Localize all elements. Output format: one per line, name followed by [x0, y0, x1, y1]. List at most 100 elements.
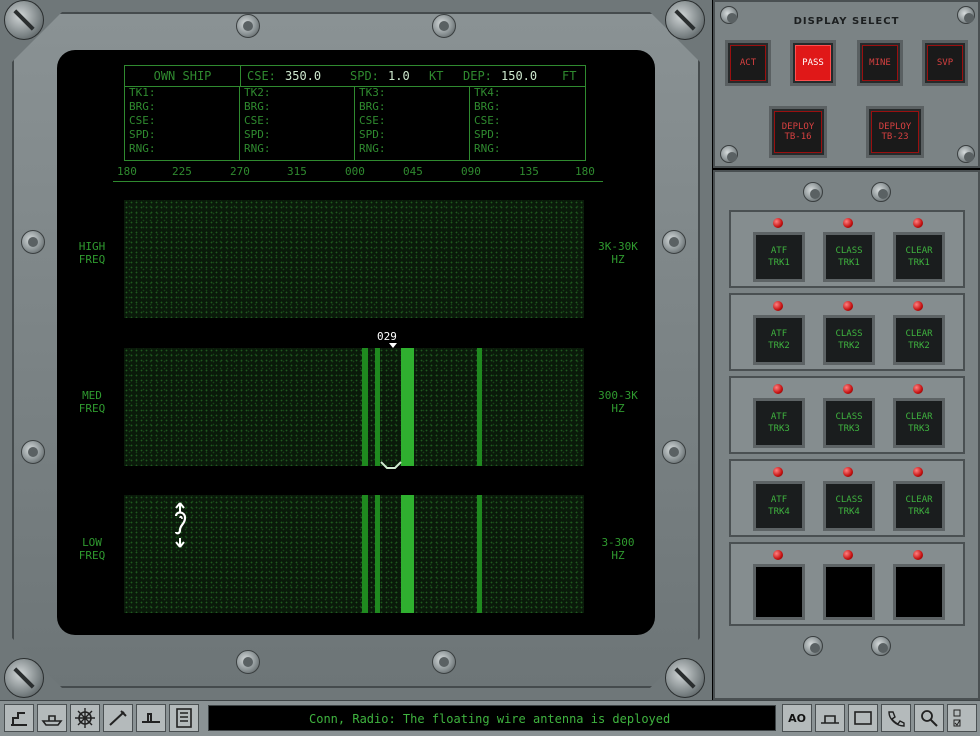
high-freq-range: 3K-30K HZ — [598, 240, 638, 266]
indicator-led-icon — [843, 301, 853, 311]
screw-icon — [432, 14, 456, 38]
class-trk1-button[interactable]: CLASS TRK1 — [823, 232, 875, 282]
bearing-tick: 180 — [575, 165, 595, 178]
display-mine-button[interactable]: MINE — [857, 40, 903, 86]
track-field: CSE: — [244, 114, 271, 127]
ao-button[interactable]: AO — [782, 704, 812, 732]
med-freq-waterfall[interactable] — [124, 348, 584, 466]
low-freq-waterfall[interactable] — [124, 495, 584, 613]
track-name: TK3: — [359, 86, 386, 99]
blank-button[interactable] — [753, 564, 805, 620]
deploy-tb16-button[interactable]: DEPLOY TB-16 — [769, 106, 827, 158]
display-pass-button[interactable]: PASS — [790, 40, 836, 86]
magnifier-icon[interactable] — [914, 704, 944, 732]
track-group-3: ATF TRK3 CLASS TRK3 CLEAR TRK3 — [729, 376, 965, 454]
cse-label: CSE: — [247, 69, 276, 83]
track-field: RNG: — [244, 142, 271, 155]
radio-message-bar: Conn, Radio: The floating wire antenna i… — [208, 705, 776, 731]
track-field: BRG: — [244, 100, 271, 113]
dep-label: DEP: — [463, 69, 492, 83]
indicator-led-icon — [913, 218, 923, 228]
display-act-button[interactable]: ACT — [725, 40, 771, 86]
indicator-led-icon — [843, 218, 853, 228]
track-block-3: TK3: BRG: CSE: SPD: RNG: — [355, 86, 470, 160]
console-icon[interactable] — [848, 704, 878, 732]
own-ship-info-grid: OWN SHIP CSE: 350.0 SPD: 1.0 KT DEP: 150… — [124, 65, 586, 161]
options-toggle-icon[interactable] — [947, 704, 977, 732]
contact-trace — [401, 495, 414, 613]
track-control-panel: ATF TRK1 CLASS TRK1 CLEAR TRK1 ATF TRK2 CLAS… — [713, 170, 980, 700]
screw-icon — [957, 6, 975, 24]
atf-trk1-button[interactable]: ATF TRK1 — [753, 232, 805, 282]
track-block-4: TK4: BRG: CSE: SPD: RNG: — [470, 86, 585, 160]
indicator-led-icon — [773, 218, 783, 228]
track-field: BRG: — [474, 100, 501, 113]
screw-icon — [236, 14, 260, 38]
high-freq-label: HIGH FREQ — [78, 240, 106, 266]
track-field: RNG: — [359, 142, 386, 155]
helm-wheel-icon[interactable] — [70, 704, 100, 732]
track-block-2: TK2: BRG: CSE: SPD: RNG: — [240, 86, 355, 160]
med-freq-label: MED FREQ — [78, 389, 106, 415]
bearing-tick: 135 — [519, 165, 539, 178]
indicator-led-icon — [913, 550, 923, 560]
indicator-led-icon — [773, 550, 783, 560]
class-trk3-button[interactable]: CLASS TRK3 — [823, 398, 875, 448]
display-svp-button[interactable]: SVP — [922, 40, 968, 86]
contact-trace — [375, 495, 380, 613]
ship-icon[interactable] — [37, 704, 67, 732]
class-trk4-button[interactable]: CLASS TRK4 — [823, 481, 875, 531]
bearing-tick: 000 — [345, 165, 365, 178]
bearing-tick: 045 — [403, 165, 423, 178]
spd-value: 1.0 — [388, 69, 410, 83]
weapon-icon[interactable] — [103, 704, 133, 732]
clear-trk1-button[interactable]: CLEAR TRK1 — [893, 232, 945, 282]
blank-button[interactable] — [823, 564, 875, 620]
panel-icon[interactable] — [169, 704, 199, 732]
track-group-2: ATF TRK2 CLASS TRK2 CLEAR TRK2 — [729, 293, 965, 371]
corner-screw-icon — [665, 658, 705, 698]
cse-value: 350.0 — [285, 69, 322, 83]
phone-icon[interactable] — [881, 704, 911, 732]
atf-trk2-button[interactable]: ATF TRK2 — [753, 315, 805, 365]
screw-icon — [236, 650, 260, 674]
blank-button[interactable] — [893, 564, 945, 620]
track-group-4: ATF TRK4 CLASS TRK4 CLEAR TRK4 — [729, 459, 965, 537]
ear-listen-cursor-icon[interactable] — [169, 502, 191, 548]
bearing-tick: 180 — [117, 165, 137, 178]
sub-icon[interactable] — [136, 704, 166, 732]
scope-icon[interactable] — [815, 704, 845, 732]
high-freq-waterfall[interactable] — [124, 200, 584, 318]
periscope-icon[interactable] — [4, 704, 34, 732]
track-name: TK4: — [474, 86, 501, 99]
clear-trk2-button[interactable]: CLEAR TRK2 — [893, 315, 945, 365]
screw-icon — [432, 650, 456, 674]
bearing-tick: 090 — [461, 165, 481, 178]
track-name: TK1: — [129, 86, 156, 99]
corner-screw-icon — [4, 0, 44, 40]
indicator-led-icon — [843, 384, 853, 394]
clear-trk4-button[interactable]: CLEAR TRK4 — [893, 481, 945, 531]
indicator-led-icon — [913, 384, 923, 394]
corner-screw-icon — [665, 0, 705, 40]
indicator-led-icon — [913, 467, 923, 477]
indicator-led-icon — [843, 467, 853, 477]
atf-trk3-button[interactable]: ATF TRK3 — [753, 398, 805, 448]
screw-icon — [957, 145, 975, 163]
screw-icon — [803, 182, 823, 202]
contact-trace — [477, 348, 482, 466]
cursor-marker-icon — [389, 343, 397, 348]
track-field: RNG: — [474, 142, 501, 155]
clear-trk3-button[interactable]: CLEAR TRK3 — [893, 398, 945, 448]
display-select-title: DISPLAY SELECT — [793, 16, 900, 27]
dep-unit: FT — [562, 69, 577, 83]
track-group-5 — [729, 542, 965, 626]
med-freq-range: 300-3K HZ — [598, 389, 638, 415]
class-trk2-button[interactable]: CLASS TRK2 — [823, 315, 875, 365]
screw-icon — [720, 6, 738, 24]
track-group-1: ATF TRK1 CLASS TRK1 CLEAR TRK1 — [729, 210, 965, 288]
atf-trk4-button[interactable]: ATF TRK4 — [753, 481, 805, 531]
display-select-panel: DISPLAY SELECT ACT PASS MINE SVP DEPLOY T… — [713, 0, 980, 168]
deploy-tb23-button[interactable]: DEPLOY TB-23 — [866, 106, 924, 158]
screw-icon — [21, 440, 45, 464]
